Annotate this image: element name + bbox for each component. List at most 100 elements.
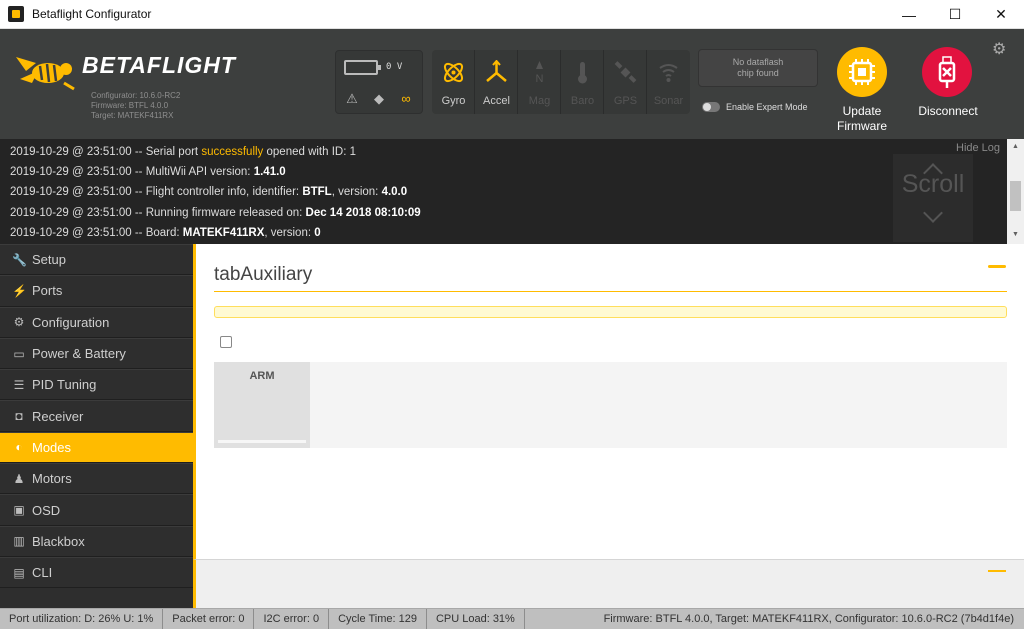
sidebar-item-label: Configuration: [32, 314, 110, 330]
update-label-line-2: Firmware: [837, 119, 887, 133]
scroll-up-arrow[interactable]: ▲: [1012, 143, 1019, 150]
scroll-label: Scroll: [901, 170, 965, 198]
scroll-down-arrow[interactable]: ▼: [1012, 231, 1019, 238]
window-title: Betaflight Configurator: [32, 7, 152, 21]
sidebar-item-motors[interactable]: ♟ Motors: [0, 463, 193, 495]
dataflash-line-1: No dataflash: [732, 57, 784, 67]
close-button[interactable]: ✕: [978, 0, 1024, 29]
app-icon: [8, 6, 24, 22]
log-scrollbar-thumb[interactable]: [1010, 181, 1021, 211]
battery-icon: ▭: [13, 346, 25, 361]
cycle-time: Cycle Time: 129: [329, 608, 427, 629]
sensor-baro: Baro: [561, 50, 604, 114]
modes-panel: ARM: [214, 362, 1007, 448]
settings-gear-icon[interactable]: ⚙: [992, 39, 1010, 58]
sidebar-item-label: Power & Battery: [32, 346, 126, 362]
sidebar-item-label: Setup: [32, 252, 66, 268]
sensor-gps: GPS: [604, 50, 647, 114]
sidebar-item-label: Modes: [32, 439, 72, 455]
expert-mode-label: Enable Expert Mode: [726, 102, 808, 112]
logo-text: BETAFLIGHT: [82, 52, 236, 78]
log-scrollbar[interactable]: ▲ ▼: [1007, 139, 1024, 244]
log-line: 2019-10-29 @ 23:51:00 -- MultiWii API ve…: [10, 166, 286, 179]
port-utilization: Port utilization: D: 26% U: 1%: [0, 608, 164, 629]
thermometer-icon: [578, 62, 587, 84]
sidebar-item-cli[interactable]: ▤ CLI: [0, 556, 193, 589]
disconnect-button[interactable]: [922, 47, 972, 97]
compass-icon: N: [536, 61, 544, 85]
toggle-icon: ◐: [15, 440, 23, 455]
sidebar-item-modes[interactable]: ◐ Modes: [0, 431, 193, 464]
usb-disconnect-icon: [938, 56, 956, 88]
accel-icon: [486, 60, 507, 82]
sidebar-item-label: Motors: [32, 471, 72, 487]
update-label-line-1: Update: [842, 104, 882, 118]
motor-icon: ♟: [13, 471, 25, 486]
battery-icon: [344, 60, 381, 75]
satellite-icon: [614, 61, 637, 83]
sensor-label: Accel: [483, 95, 510, 107]
log-line: 2019-10-29 @ 23:51:00 -- Flight controll…: [10, 186, 408, 199]
update-firmware-button[interactable]: [837, 47, 887, 97]
dataflash-line-2: chip found: [737, 68, 779, 78]
sidebar-item-blackbox[interactable]: ▥ Blackbox: [0, 525, 193, 557]
sidebar-item-setup[interactable]: 🔧 Setup: [0, 244, 193, 276]
tab-content: tabAuxiliary ARM: [193, 244, 1024, 559]
hide-unused-modes-checkbox[interactable]: [220, 336, 232, 348]
version-info: Configurator: 10.6.0-RC2 Firmware: BTFL …: [91, 91, 180, 121]
chip-icon: [849, 59, 875, 85]
packet-error: Packet error: 0: [163, 608, 255, 629]
sidebar-item-label: PID Tuning: [32, 377, 97, 393]
bee-logo-icon: [16, 57, 75, 91]
minimize-button[interactable]: —: [886, 0, 932, 29]
sidebar-item-label: Blackbox: [32, 533, 85, 549]
sensor-accel: Accel: [475, 50, 518, 114]
sidebar-item-pid-tuning[interactable]: ☰ PID Tuning: [0, 369, 193, 401]
sidebar-item-power-battery[interactable]: ▭ Power & Battery: [0, 337, 193, 370]
terminal-icon: ▤: [13, 565, 25, 580]
sensor-sonar: Sonar: [647, 50, 690, 114]
parachute-icon: ◆: [374, 91, 384, 106]
note-bar: [214, 306, 1007, 318]
svg-text:N: N: [536, 73, 544, 85]
disconnect-label[interactable]: Disconnect: [912, 104, 984, 118]
log-lines: 2019-10-29 @ 23:51:00 -- Serial port suc…: [10, 142, 421, 243]
firmware-version: Firmware: BTFL 4.0.0: [91, 101, 169, 110]
log-line: 2019-10-29 @ 23:51:00 -- Serial port suc…: [10, 146, 357, 158]
logo: BETAFLIGHT Configurator: 10.6.0-RC2 Firm…: [14, 45, 254, 135]
battery-voltage: 0 V: [386, 62, 403, 72]
sensor-gyro: Gyro: [432, 50, 475, 114]
sensor-label: Baro: [570, 95, 595, 107]
sidebar: 🔧 Setup ⚡ Ports ⚙ Configuration ▭ Power & Ba…: [0, 244, 193, 608]
sidebar-item-ports[interactable]: ⚡ Ports: [0, 275, 193, 307]
sidebar-item-configuration[interactable]: ⚙ Configuration: [0, 306, 193, 338]
hide-log-link[interactable]: Hide Log: [956, 142, 1000, 154]
mode-name: ARM: [249, 370, 275, 382]
collapse-icon[interactable]: [988, 265, 1006, 268]
page-title: tabAuxiliary: [214, 264, 313, 285]
expert-mode-toggle[interactable]: [702, 102, 720, 112]
sensor-label: Gyro: [441, 95, 466, 107]
mode-range-bar: [218, 440, 306, 443]
title-divider: [214, 291, 1007, 292]
sonar-icon: [659, 64, 678, 82]
maximize-button[interactable]: ☐: [932, 0, 978, 29]
update-firmware-label[interactable]: Update Firmware: [826, 104, 898, 134]
footer-collapse-icon[interactable]: [988, 570, 1006, 572]
sidebar-item-osd[interactable]: ▣ OSD: [0, 494, 193, 526]
sidebar-item-label: CLI: [32, 565, 53, 581]
sidebar-item-label: Receiver: [32, 408, 84, 424]
i2c-error: I2C error: 0: [254, 608, 330, 629]
battery-panel: 0 V ⚠ ◆ ∞: [335, 50, 423, 114]
link-icon: ∞: [401, 91, 411, 106]
scroll-hint: Scroll: [893, 154, 973, 242]
blackbox-icon: ▥: [13, 534, 25, 549]
radio-icon: ◘: [15, 409, 23, 424]
log-panel: 2019-10-29 @ 23:51:00 -- Serial port suc…: [0, 139, 1024, 244]
sensor-label: Sonar: [653, 95, 684, 107]
sidebar-item-receiver[interactable]: ◘ Receiver: [0, 400, 193, 432]
mode-arm: ARM: [214, 362, 310, 448]
warning-icon: ⚠: [346, 91, 358, 106]
title-bar: Betaflight Configurator — ☐ ✕: [0, 0, 1024, 29]
configurator-version: Configurator: 10.6.0-RC2: [91, 91, 181, 100]
